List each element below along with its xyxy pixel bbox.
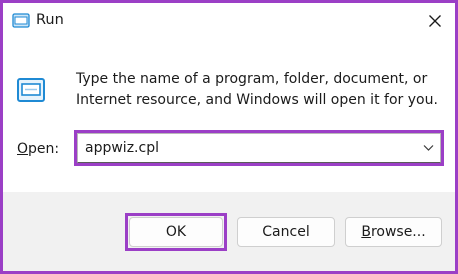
browse-mnemonic: B: [361, 224, 371, 240]
open-label-mnemonic: O: [17, 141, 29, 157]
browse-label-rest: rowse...: [370, 224, 426, 240]
description-line-1: Type the name of a program, folder, docu…: [76, 71, 428, 87]
cancel-button[interactable]: Cancel: [237, 217, 335, 247]
title-bar: Run: [3, 3, 455, 39]
button-bar: OK Cancel Browse...: [3, 192, 455, 271]
description-text: Type the name of a program, folder, docu…: [76, 69, 448, 111]
run-app-icon: [12, 13, 30, 28]
run-icon: [17, 78, 45, 102]
run-dialog: Run Type the name of a program, folder, …: [3, 3, 455, 271]
open-combobox[interactable]: appwiz.cpl: [77, 133, 441, 163]
window-title: Run: [36, 12, 64, 28]
open-label: Open:: [17, 139, 59, 159]
close-icon[interactable]: [423, 9, 447, 33]
browse-button[interactable]: Browse...: [345, 217, 442, 247]
ok-button[interactable]: OK: [129, 217, 223, 247]
open-input-value[interactable]: appwiz.cpl: [85, 138, 159, 158]
description-line-2: Internet resource, and Windows will open…: [76, 92, 438, 108]
open-label-rest: pen:: [28, 141, 60, 157]
dialog-body: [3, 39, 455, 192]
chevron-down-icon[interactable]: [423, 144, 434, 152]
